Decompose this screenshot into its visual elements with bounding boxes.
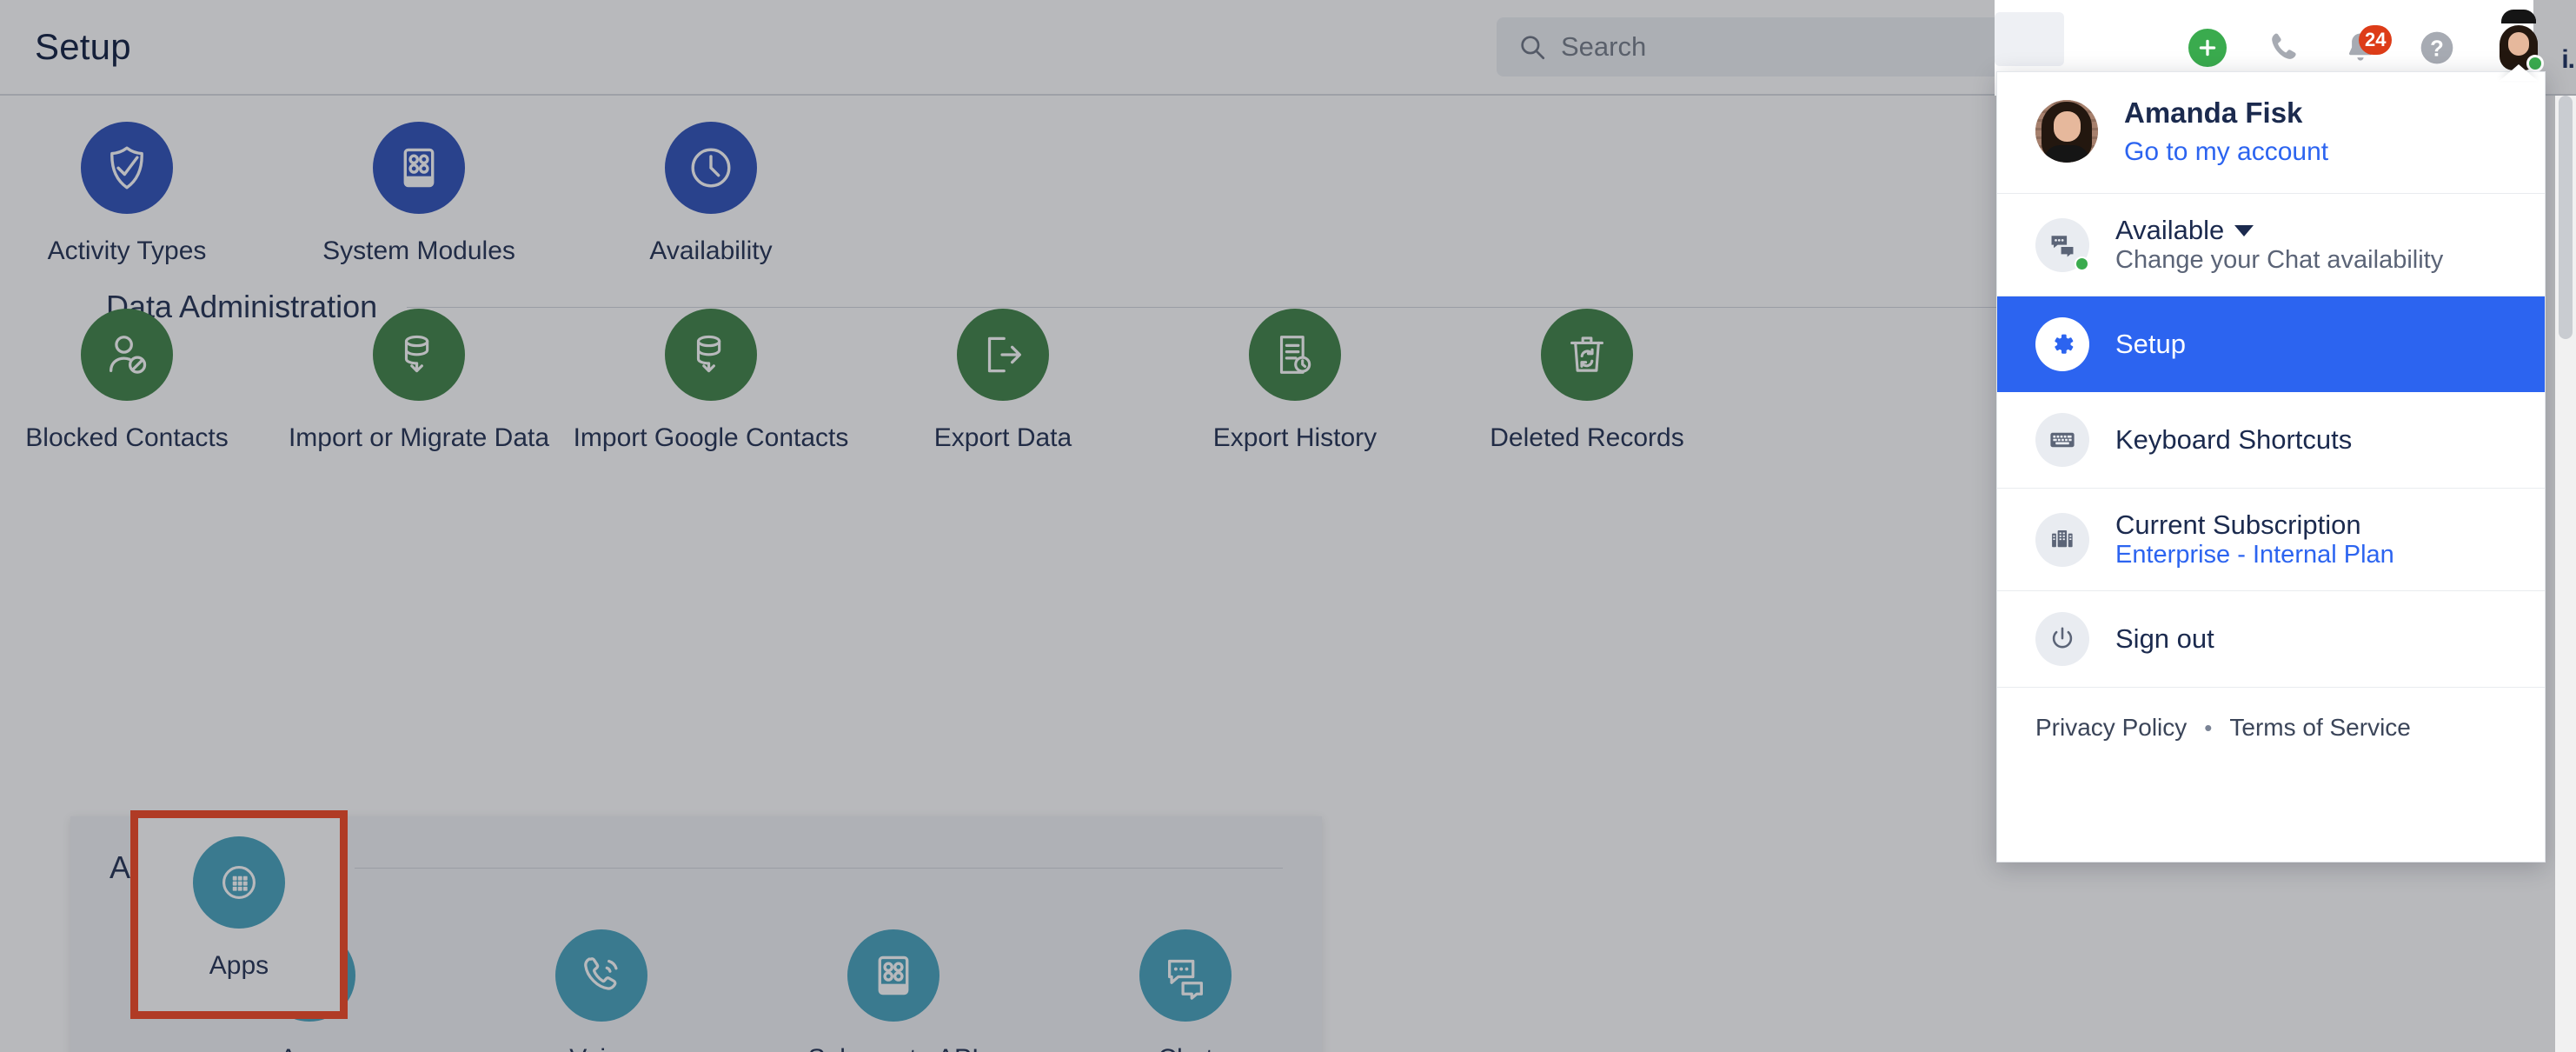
menu-item-label: Keyboard Shortcuts [2115, 424, 2353, 456]
footer-separator: • [2204, 714, 2213, 741]
chat-availability-row[interactable]: Available Change your Chat availability [1997, 194, 2545, 296]
keyboard-icon [2035, 413, 2089, 468]
chat-status-icon [2035, 217, 2089, 272]
phone-button-bright[interactable] [2265, 29, 2303, 67]
vertical-scrollbar[interactable] [2555, 96, 2576, 1052]
search-box[interactable] [1497, 17, 2035, 77]
tile-apps-highlighted[interactable]: Apps [154, 836, 324, 981]
tile-label: Voice [569, 1044, 633, 1052]
notifications-button-bright[interactable]: 24 [2341, 25, 2393, 67]
tile-label: Import Google Contacts [573, 423, 849, 452]
tile-export-data[interactable]: Export Data [857, 309, 1149, 453]
tile-label: System Modules [322, 236, 515, 265]
tile-label: Chat [1158, 1044, 1212, 1052]
power-icon [2035, 612, 2089, 667]
database-download-icon [373, 309, 465, 401]
data-administration-tiles: Blocked Contacts Import or Migrate Data [0, 309, 1733, 453]
clipped-edge-text: i. [2561, 45, 2575, 74]
subscription-label: Current Subscription [2115, 509, 2361, 541]
menu-item-label: Setup [2115, 329, 2187, 360]
menu-item-keyboard-shortcuts[interactable]: Keyboard Shortcuts [1997, 392, 2545, 488]
tile-chat[interactable]: Chat [1039, 929, 1331, 1052]
tile-label: Salesmate API [808, 1044, 979, 1052]
phone-call-icon [555, 929, 647, 1022]
help-button-bright[interactable]: ? [2418, 29, 2456, 67]
section-divider [355, 867, 1283, 869]
tile-import-google-contacts[interactable]: Import Google Contacts [565, 309, 857, 453]
account-menu-popover: Amanda Fisk Go to my account Available C [1996, 71, 2546, 862]
database-download-icon [665, 309, 757, 401]
tile-label: Availability [649, 236, 773, 265]
tile-deleted-records[interactable]: Deleted Records [1441, 309, 1733, 453]
plus-icon [2188, 29, 2227, 67]
popover-footer: Privacy Policy • Terms of Service [1997, 688, 2545, 768]
go-to-my-account-link[interactable]: Go to my account [2124, 137, 2328, 167]
phone-icon [2265, 29, 2303, 67]
trash-restore-icon [1541, 309, 1633, 401]
chevron-down-icon[interactable] [2234, 224, 2254, 236]
svg-text:?: ? [2430, 37, 2444, 62]
tile-label: Blocked Contacts [25, 423, 229, 452]
tile-salesmate-api[interactable]: Salesmate API [747, 929, 1039, 1052]
account-user-name: Amanda Fisk [2124, 97, 2303, 129]
menu-item-label: Sign out [2115, 623, 2214, 655]
clock-icon [665, 122, 757, 214]
blocked-user-icon [81, 309, 173, 401]
notifications-badge: 24 [2359, 25, 2393, 55]
modules-icon [373, 122, 465, 214]
subscription-plan[interactable]: Enterprise - Internal Plan [2115, 541, 2394, 569]
tile-blocked-contacts[interactable]: Blocked Contacts [0, 309, 273, 453]
search-icon [1517, 32, 1547, 62]
page-title: Setup [35, 26, 131, 67]
tile-system-modules[interactable]: System Modules [273, 122, 565, 266]
privacy-policy-link[interactable]: Privacy Policy [2035, 714, 2187, 742]
availability-status: Available [2115, 215, 2225, 246]
tile-label: Deleted Records [1490, 423, 1684, 452]
help-icon: ? [2418, 29, 2456, 67]
top-tile-row: Activity Types System Modules Availabili… [0, 122, 857, 266]
popover-arrow [2500, 64, 2538, 81]
tile-label: Apps [209, 951, 269, 980]
account-user-row[interactable]: Amanda Fisk Go to my account [1997, 72, 2545, 193]
avatar [2035, 99, 2098, 163]
tile-label: Apps [280, 1044, 339, 1052]
add-button-bright[interactable] [2188, 29, 2227, 67]
tile-label: Import or Migrate Data [288, 423, 550, 452]
gear-icon [2035, 317, 2089, 372]
tile-label: Export History [1212, 423, 1378, 452]
tile-voice[interactable]: Voice [455, 929, 747, 1052]
menu-item-sign-out[interactable]: Sign out [1997, 591, 2545, 687]
tile-import-or-migrate-data[interactable]: Import or Migrate Data [273, 309, 565, 453]
chat-bubble-icon [1139, 929, 1232, 1022]
scrollbar-thumb[interactable] [2559, 96, 2573, 339]
tile-activity-types[interactable]: Activity Types [0, 122, 273, 266]
terms-of-service-link[interactable]: Terms of Service [2229, 714, 2411, 742]
apps-grid-icon [193, 836, 285, 929]
online-status-dot [2075, 256, 2089, 271]
document-clock-icon [1249, 309, 1341, 401]
menu-item-setup[interactable]: Setup [1997, 296, 2545, 393]
check-shield-icon [81, 122, 173, 214]
tile-availability[interactable]: Availability [565, 122, 857, 266]
search-input[interactable] [1559, 30, 1980, 63]
app-window: Setup Search Activity Types System Modul… [0, 0, 2576, 1052]
header-tab-chip [1995, 12, 2064, 66]
tile-label: Export Data [933, 423, 1072, 452]
availability-caption: Change your Chat availability [2115, 246, 2444, 275]
tile-export-history[interactable]: Export History [1149, 309, 1441, 453]
modules-icon [847, 929, 939, 1022]
menu-item-current-subscription[interactable]: Current Subscription Enterprise - Intern… [1997, 489, 2545, 590]
tile-label: Activity Types [47, 236, 207, 265]
subscription-icon [2035, 512, 2089, 567]
export-icon [957, 309, 1049, 401]
